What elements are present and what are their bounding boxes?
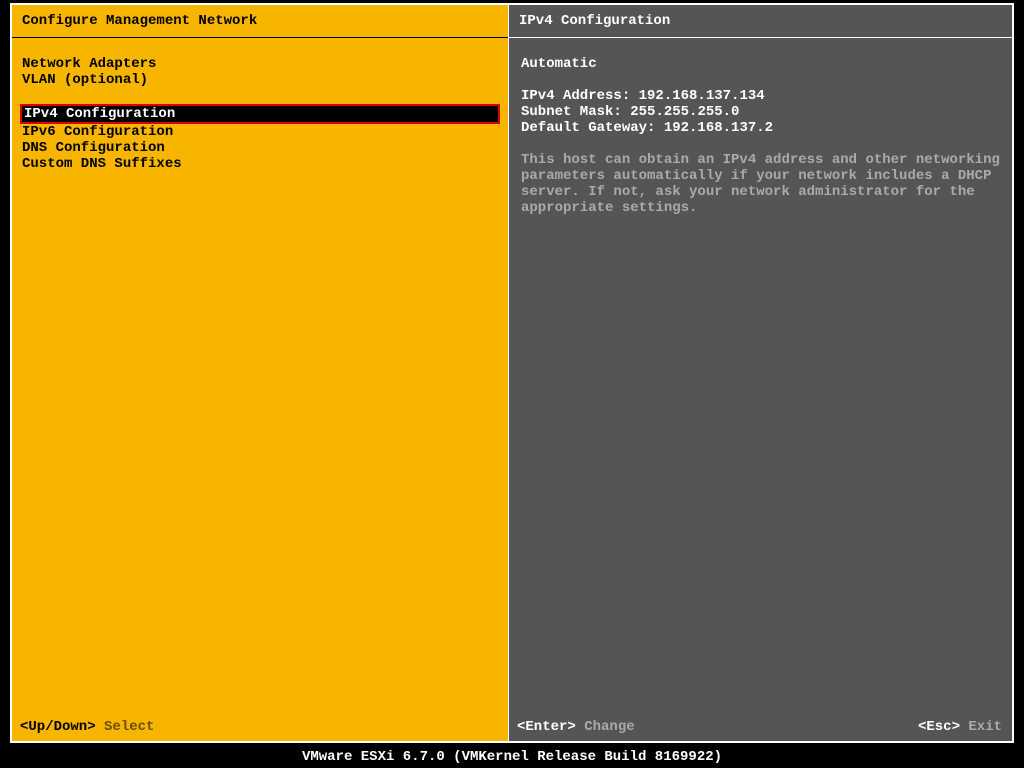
help-text: This host can obtain an IPv4 address and… — [521, 152, 1000, 216]
esc-hint: <Esc> Exit — [918, 719, 1002, 735]
enter-hint: <Enter> Change — [517, 719, 635, 735]
selection-highlight: IPv4 Configuration — [20, 104, 500, 124]
menu-item-ipv6-config[interactable]: IPv6 Configuration — [22, 124, 498, 140]
right-hint-bar: <Enter> Change <Esc> Exit — [517, 719, 1002, 735]
menu-gap — [22, 88, 498, 104]
menu-item-vlan[interactable]: VLAN (optional) — [22, 72, 498, 88]
left-hint-bar: <Up/Down> Select — [20, 719, 154, 735]
ipv4-mode: Automatic — [521, 56, 1000, 72]
ipv4-address-label: IPv4 Address: — [521, 88, 630, 104]
subnet-mask-label: Subnet Mask: — [521, 104, 622, 120]
updown-key-hint: <Up/Down> — [20, 719, 96, 735]
enter-action-hint: Change — [584, 719, 634, 735]
menu-item-dns-suffixes[interactable]: Custom DNS Suffixes — [22, 156, 498, 172]
menu-item-dns-config[interactable]: DNS Configuration — [22, 140, 498, 156]
menu-block: Network Adapters VLAN (optional) IPv4 Co… — [12, 38, 508, 172]
subnet-mask-line: Subnet Mask: 255.255.255.0 — [521, 104, 1000, 120]
gateway-line: Default Gateway: 192.168.137.2 — [521, 120, 1000, 136]
esc-action-hint: Exit — [968, 719, 1002, 735]
menu-item-ipv4-config[interactable]: IPv4 Configuration — [22, 106, 498, 122]
right-panel-title: IPv4 Configuration — [509, 5, 1012, 38]
detail-block: Automatic IPv4 Address: 192.168.137.134 … — [509, 38, 1012, 216]
updown-action-hint: Select — [104, 719, 154, 735]
enter-key-hint: <Enter> — [517, 719, 576, 735]
menu-item-network-adapters[interactable]: Network Adapters — [22, 56, 498, 72]
footer-version: VMware ESXi 6.7.0 (VMKernel Release Buil… — [0, 749, 1024, 765]
esc-key-hint: <Esc> — [918, 719, 960, 735]
right-panel: IPv4 Configuration Automatic IPv4 Addres… — [509, 4, 1013, 742]
left-panel: Configure Management Network Network Ada… — [11, 4, 509, 742]
subnet-mask-value: 255.255.255.0 — [630, 104, 739, 120]
left-panel-title: Configure Management Network — [12, 5, 508, 38]
ipv4-address-line: IPv4 Address: 192.168.137.134 — [521, 88, 1000, 104]
ipv4-address-value: 192.168.137.134 — [639, 88, 765, 104]
dcui-screen: Configure Management Network Network Ada… — [10, 3, 1014, 743]
gateway-value: 192.168.137.2 — [664, 120, 773, 136]
gateway-label: Default Gateway: — [521, 120, 655, 136]
